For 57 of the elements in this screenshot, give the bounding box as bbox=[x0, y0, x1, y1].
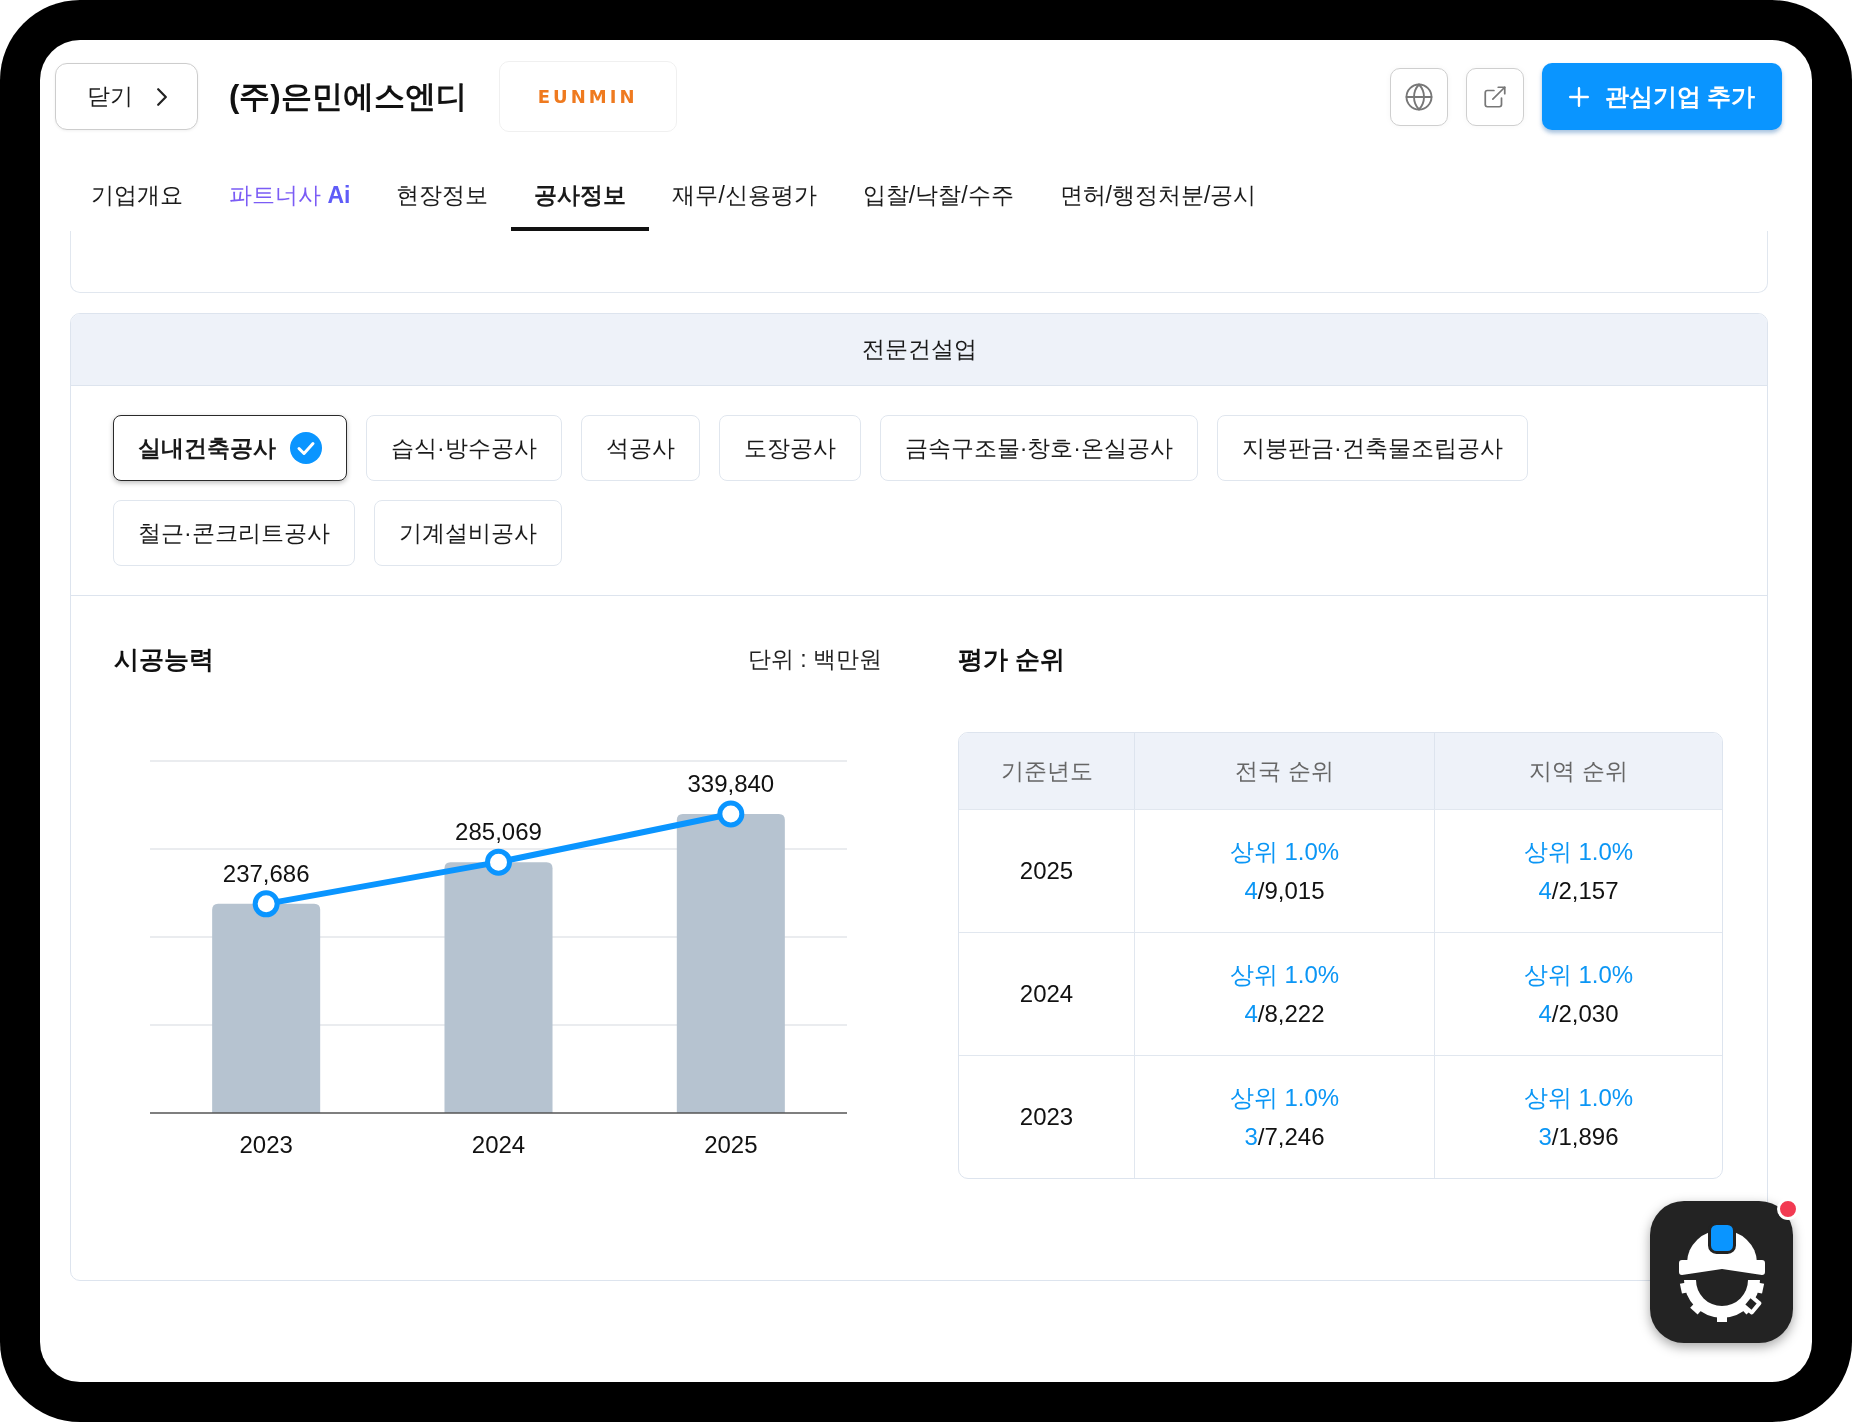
value-label: 339,840 bbox=[687, 769, 775, 797]
rank-text: 4/9,015 bbox=[1244, 876, 1325, 906]
rank-text: 4/8,222 bbox=[1244, 999, 1325, 1029]
tab[interactable]: 면허/행정처분/공시 bbox=[1036, 160, 1280, 231]
table-cell: 2025 bbox=[959, 809, 1134, 932]
tab[interactable]: 현장정보 bbox=[373, 160, 512, 231]
percentile-text: 상위 1.0% bbox=[1523, 1083, 1634, 1113]
company-name: (주)은민에스엔디 bbox=[229, 77, 467, 116]
section-header: 전문건설업 bbox=[71, 314, 1767, 386]
percentile-text: 상위 1.0% bbox=[1229, 1083, 1340, 1113]
percentile-text: 상위 1.0% bbox=[1229, 837, 1340, 867]
chevron-right-icon bbox=[156, 87, 167, 106]
company-logo: EUNMIN bbox=[498, 61, 677, 132]
table-cell: 2024 bbox=[959, 932, 1134, 1055]
external-link-icon bbox=[1482, 83, 1508, 110]
data-point bbox=[252, 890, 280, 918]
filter-chip[interactable]: 지붕판금·건축물조립공사 bbox=[1217, 415, 1528, 481]
table-cell: 2023 bbox=[959, 1055, 1134, 1178]
tab[interactable]: 재무/신용평가 bbox=[649, 160, 840, 231]
rank-text: 3/7,246 bbox=[1244, 1122, 1325, 1152]
filter-chip[interactable]: 철근·콘크리트공사 bbox=[113, 500, 355, 566]
globe-icon bbox=[1404, 81, 1434, 112]
percentile-text: 상위 1.0% bbox=[1523, 837, 1634, 867]
filter-chip[interactable]: 석공사 bbox=[580, 415, 700, 481]
plus-icon bbox=[1568, 86, 1589, 107]
filter-chip[interactable]: 기계설비공사 bbox=[373, 500, 562, 566]
rank-text: 4/2,157 bbox=[1538, 876, 1619, 906]
column-header: 전국 순위 bbox=[1134, 733, 1434, 809]
filter-chip[interactable]: 실내건축공사 bbox=[113, 415, 347, 481]
axis-label: 2023 bbox=[239, 1131, 293, 1158]
tab[interactable]: 파트너사 Ai bbox=[206, 160, 374, 231]
value-label: 285,069 bbox=[455, 818, 542, 846]
unit-label: 단위 : 백만원 bbox=[747, 644, 882, 674]
filter-chip[interactable]: 도장공사 bbox=[718, 415, 861, 481]
column-header: 지역 순위 bbox=[1434, 733, 1722, 809]
hard-hat-gear-icon bbox=[1678, 1222, 1765, 1322]
section-title: 평가 순위 bbox=[958, 643, 1065, 675]
share-button[interactable] bbox=[1466, 67, 1524, 126]
tab[interactable]: 공사정보 bbox=[511, 160, 650, 231]
data-point bbox=[717, 800, 745, 828]
close-button[interactable]: 닫기 bbox=[55, 63, 198, 130]
value-label: 237,686 bbox=[222, 859, 310, 887]
percentile-text: 상위 1.0% bbox=[1229, 960, 1340, 990]
filter-chip[interactable]: 습식·방수공사 bbox=[366, 415, 562, 481]
axis-label: 2025 bbox=[704, 1131, 758, 1158]
rank-text: 4/2,030 bbox=[1538, 999, 1619, 1029]
percentile-text: 상위 1.0% bbox=[1523, 960, 1634, 990]
check-circle-icon bbox=[290, 432, 322, 464]
data-point bbox=[485, 848, 512, 876]
section-title: 시공능력 bbox=[114, 643, 214, 675]
column-header: 기준년도 bbox=[959, 733, 1134, 809]
filter-chip[interactable]: 금속구조물·창호·온실공사 bbox=[879, 415, 1198, 481]
tab[interactable]: 입찰/낙찰/수주 bbox=[839, 160, 1037, 231]
tab[interactable]: 기업개요 bbox=[68, 160, 206, 231]
rank-text: 3/1,896 bbox=[1538, 1122, 1619, 1152]
axis-label: 2024 bbox=[471, 1131, 526, 1158]
language-button[interactable] bbox=[1390, 67, 1448, 126]
